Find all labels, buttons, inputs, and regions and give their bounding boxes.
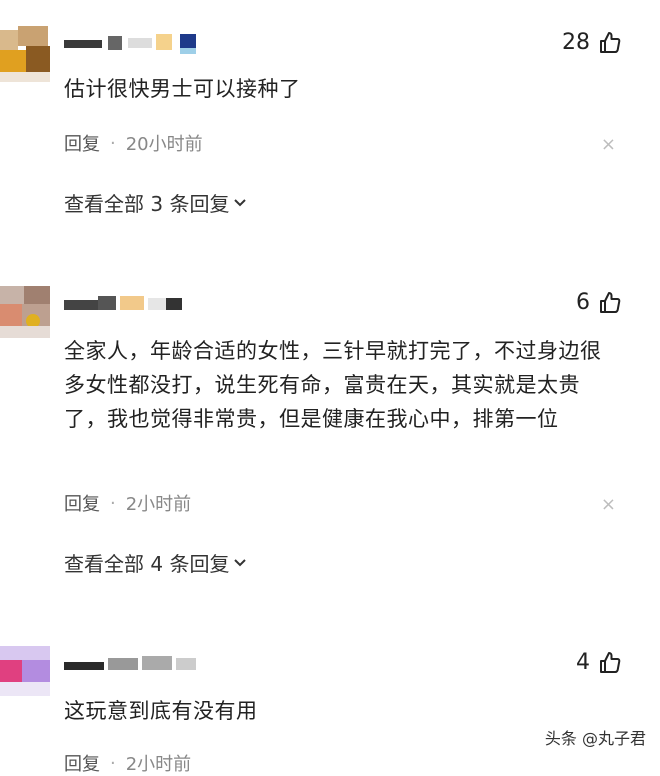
watermark: 头条 @丸子君	[544, 729, 646, 748]
close-icon[interactable]: ×	[601, 494, 616, 515]
chevron-down-icon	[234, 558, 247, 566]
reply-button[interactable]: 回复	[64, 130, 100, 156]
timestamp: 20小时前	[125, 134, 203, 155]
comment-meta: 回复 · 2小时前	[64, 750, 191, 776]
like-count: 4	[576, 650, 590, 675]
comment-text: 全家人，年龄合适的女性，三针早就打完了，不过身边很多女性都没打，说生死有命，富贵…	[64, 339, 602, 431]
view-all-replies-label: 查看全部 3 条回复	[64, 192, 230, 216]
avatar[interactable]	[0, 646, 50, 696]
like-count: 6	[576, 290, 590, 315]
thumbs-up-icon	[600, 291, 621, 313]
view-all-replies-button[interactable]: 查看全部 4 条回复	[64, 548, 247, 577]
thumbs-up-icon	[600, 651, 621, 673]
like-button[interactable]: 28	[562, 30, 622, 55]
view-all-replies-label: 查看全部 4 条回复	[64, 552, 230, 576]
comment-meta: 回复 · 2小时前	[64, 490, 191, 516]
chevron-down-icon	[234, 198, 247, 206]
timestamp: 2小时前	[125, 754, 192, 775]
separator-dot: ·	[110, 132, 116, 154]
avatar[interactable]	[0, 286, 50, 338]
comment-text: 估计很快男士可以接种了	[64, 77, 301, 101]
separator-dot: ·	[110, 492, 116, 514]
comment-meta: 回复 · 20小时前	[64, 130, 203, 156]
thumbs-up-icon	[600, 31, 621, 53]
reply-button[interactable]: 回复	[64, 750, 100, 776]
like-button[interactable]: 6	[576, 290, 622, 315]
close-icon[interactable]: ×	[601, 134, 616, 155]
view-all-replies-button[interactable]: 查看全部 3 条回复	[64, 188, 247, 217]
avatar[interactable]	[0, 26, 50, 82]
like-button[interactable]: 4	[576, 650, 622, 675]
reply-button[interactable]: 回复	[64, 490, 100, 516]
separator-dot: ·	[110, 752, 116, 774]
username-blurred[interactable]	[64, 34, 204, 54]
timestamp: 2小时前	[125, 494, 192, 515]
like-count: 28	[562, 30, 590, 55]
comment-text: 这玩意到底有没有用	[64, 699, 258, 723]
username-blurred[interactable]	[64, 294, 184, 312]
username-blurred[interactable]	[64, 652, 204, 670]
